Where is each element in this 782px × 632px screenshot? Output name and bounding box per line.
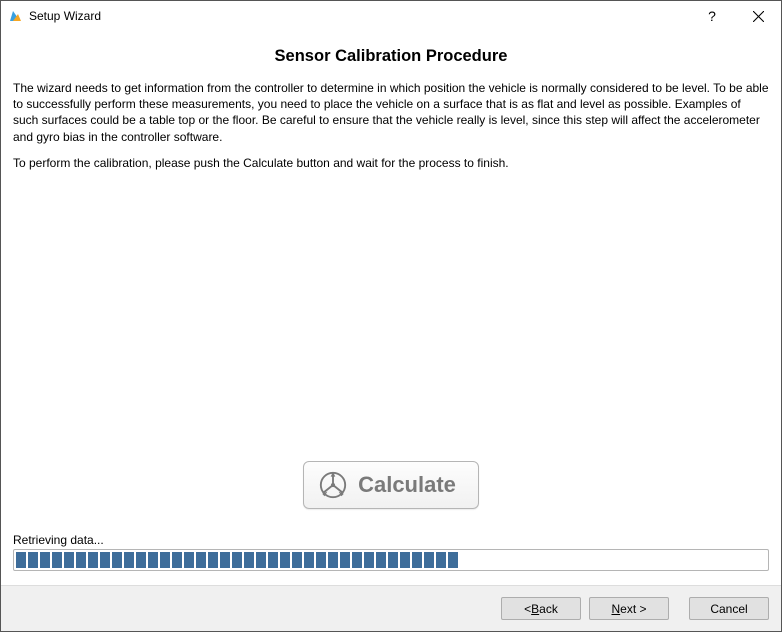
back-rest: ack — [539, 602, 558, 616]
progress-chunk — [172, 552, 182, 568]
progress-bar — [13, 549, 769, 571]
back-accel: B — [531, 602, 539, 616]
progress-chunk — [148, 552, 158, 568]
page-heading: Sensor Calibration Procedure — [13, 47, 769, 66]
progress-chunk — [40, 552, 50, 568]
progress-chunk — [376, 552, 386, 568]
next-rest: ext > — [620, 602, 646, 616]
progress-chunk — [112, 552, 122, 568]
status-text: Retrieving data... — [13, 533, 769, 547]
progress-chunk — [52, 552, 62, 568]
progress-chunk — [196, 552, 206, 568]
app-icon — [7, 8, 23, 24]
calculate-area: Calculate — [13, 461, 769, 533]
progress-chunk — [124, 552, 134, 568]
progress-chunk — [160, 552, 170, 568]
intro-paragraph-1: The wizard needs to get information from… — [13, 80, 769, 145]
back-button[interactable]: < Back — [501, 597, 581, 620]
progress-chunk — [280, 552, 290, 568]
progress-chunk — [388, 552, 398, 568]
progress-chunk — [244, 552, 254, 568]
progress-chunk — [256, 552, 266, 568]
progress-chunk — [340, 552, 350, 568]
calibration-icon — [318, 470, 348, 500]
progress-chunk — [364, 552, 374, 568]
progress-chunk — [184, 552, 194, 568]
progress-chunk — [328, 552, 338, 568]
cancel-button[interactable]: Cancel — [689, 597, 769, 620]
progress-chunk — [412, 552, 422, 568]
progress-chunk — [400, 552, 410, 568]
progress-chunk — [208, 552, 218, 568]
progress-chunk — [316, 552, 326, 568]
progress-chunk — [64, 552, 74, 568]
progress-chunk — [424, 552, 434, 568]
close-button[interactable] — [735, 1, 781, 31]
progress-chunk — [28, 552, 38, 568]
progress-chunk — [436, 552, 446, 568]
progress-chunk — [292, 552, 302, 568]
calculate-button[interactable]: Calculate — [303, 461, 479, 509]
next-accel: N — [611, 602, 620, 616]
progress-chunk — [352, 552, 362, 568]
wizard-footer: < Back Next > Cancel — [1, 585, 781, 631]
intro-paragraph-2: To perform the calibration, please push … — [13, 155, 769, 171]
progress-chunk — [100, 552, 110, 568]
progress-chunk — [232, 552, 242, 568]
progress-chunk — [16, 552, 26, 568]
back-prefix: < — [524, 602, 531, 616]
progress-chunk — [76, 552, 86, 568]
progress-chunk — [220, 552, 230, 568]
progress-chunk — [448, 552, 458, 568]
next-button[interactable]: Next > — [589, 597, 669, 620]
progress-chunk — [88, 552, 98, 568]
progress-chunk — [268, 552, 278, 568]
calculate-label: Calculate — [358, 472, 456, 498]
progress-chunk — [136, 552, 146, 568]
help-button[interactable]: ? — [689, 1, 735, 31]
wizard-content: Sensor Calibration Procedure The wizard … — [1, 31, 781, 585]
progress-chunk — [304, 552, 314, 568]
titlebar: Setup Wizard ? — [1, 1, 781, 31]
window-title: Setup Wizard — [29, 9, 101, 23]
setup-wizard-window: Setup Wizard ? Sensor Calibration Proced… — [0, 0, 782, 632]
